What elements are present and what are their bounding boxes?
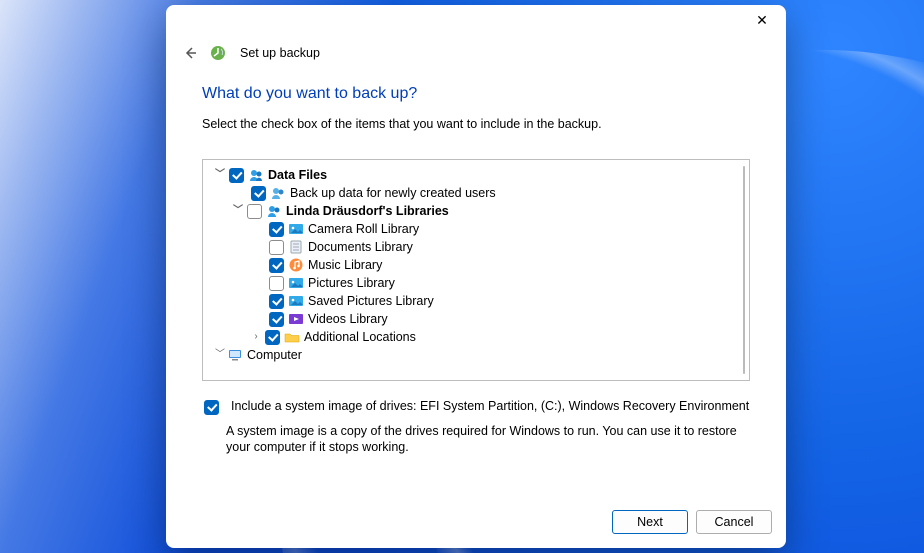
tree-label: Pictures Library <box>308 274 395 292</box>
tree-label: Linda Dräusdorf's Libraries <box>286 202 449 220</box>
computer-icon <box>227 347 243 363</box>
document-library-icon <box>288 239 304 255</box>
close-button[interactable]: ✕ <box>746 9 778 31</box>
tree-label: Data Files <box>268 166 327 184</box>
tree-node-documents[interactable]: Documents Library <box>207 238 745 256</box>
picture-library-icon <box>288 221 304 237</box>
tree-label: Computer <box>247 346 302 364</box>
tree-node-saved-pictures[interactable]: Saved Pictures Library <box>207 292 745 310</box>
wizard-content: What do you want to back up? Select the … <box>166 69 786 500</box>
picture-library-icon <box>288 293 304 309</box>
picture-library-icon <box>288 275 304 291</box>
tree-node-data-files[interactable]: ﹀ Data Files <box>207 166 745 184</box>
backup-wizard-icon <box>210 45 226 61</box>
backup-wizard-window: ✕ Set up backup What do you want to back… <box>166 5 786 548</box>
checkbox-videos[interactable] <box>269 312 284 327</box>
checkbox-data-files[interactable] <box>229 168 244 183</box>
video-library-icon <box>288 311 304 327</box>
cancel-button[interactable]: Cancel <box>696 510 772 534</box>
checkbox-new-users[interactable] <box>251 186 266 201</box>
checkbox-pictures[interactable] <box>269 276 284 291</box>
checkbox-saved-pictures[interactable] <box>269 294 284 309</box>
users-icon <box>270 185 286 201</box>
tree-label: Back up data for newly created users <box>290 184 496 202</box>
folder-icon <box>284 329 300 345</box>
checkbox-system-image[interactable] <box>204 400 219 415</box>
tree-node-new-users[interactable]: Back up data for newly created users <box>207 184 745 202</box>
tree-label: Music Library <box>308 256 382 274</box>
music-library-icon <box>288 257 304 273</box>
chevron-down-icon[interactable]: ﹀ <box>231 202 245 220</box>
next-button[interactable]: Next <box>612 510 688 534</box>
back-button[interactable] <box>176 43 200 63</box>
tree-label: Videos Library <box>308 310 388 328</box>
chevron-down-icon[interactable]: ﹀ <box>213 166 227 184</box>
wizard-header: Set up backup <box>166 39 786 69</box>
users-icon <box>266 203 282 219</box>
tree-node-user-libraries[interactable]: ﹀ Linda Dräusdorf's Libraries <box>207 202 745 220</box>
system-image-description: A system image is a copy of the drives r… <box>226 423 746 455</box>
tree-node-videos[interactable]: Videos Library <box>207 310 745 328</box>
tree-node-music[interactable]: Music Library <box>207 256 745 274</box>
chevron-right-icon[interactable]: › <box>249 328 263 346</box>
tree-label: Camera Roll Library <box>308 220 419 238</box>
tree-label: Saved Pictures Library <box>308 292 434 310</box>
wizard-button-bar: Next Cancel <box>166 500 786 548</box>
tree-label: Documents Library <box>308 238 413 256</box>
system-image-option: Include a system image of drives: EFI Sy… <box>202 399 750 415</box>
checkbox-additional-locations[interactable] <box>265 330 280 345</box>
backup-items-tree[interactable]: ﹀ Data Files Back up data for newly crea… <box>202 159 750 381</box>
close-icon: ✕ <box>756 13 768 27</box>
users-icon <box>248 167 264 183</box>
chevron-down-icon[interactable]: ﹀ <box>213 346 227 364</box>
checkbox-user-libraries[interactable] <box>247 204 262 219</box>
checkbox-camera-roll[interactable] <box>269 222 284 237</box>
desktop-background: ✕ Set up backup What do you want to back… <box>0 0 924 553</box>
checkbox-documents[interactable] <box>269 240 284 255</box>
tree-label: Additional Locations <box>304 328 416 346</box>
wizard-title: Set up backup <box>240 46 320 60</box>
page-instruction: Select the check box of the items that y… <box>202 117 750 131</box>
tree-node-computer[interactable]: ﹀ Computer <box>207 346 745 364</box>
titlebar: ✕ <box>166 5 786 39</box>
tree-node-camera-roll[interactable]: Camera Roll Library <box>207 220 745 238</box>
tree-node-additional-locations[interactable]: › Additional Locations <box>207 328 745 346</box>
checkbox-music[interactable] <box>269 258 284 273</box>
tree-scrollbar[interactable] <box>743 166 746 374</box>
page-heading: What do you want to back up? <box>202 85 750 103</box>
system-image-label[interactable]: Include a system image of drives: EFI Sy… <box>231 399 749 413</box>
tree-node-pictures[interactable]: Pictures Library <box>207 274 745 292</box>
